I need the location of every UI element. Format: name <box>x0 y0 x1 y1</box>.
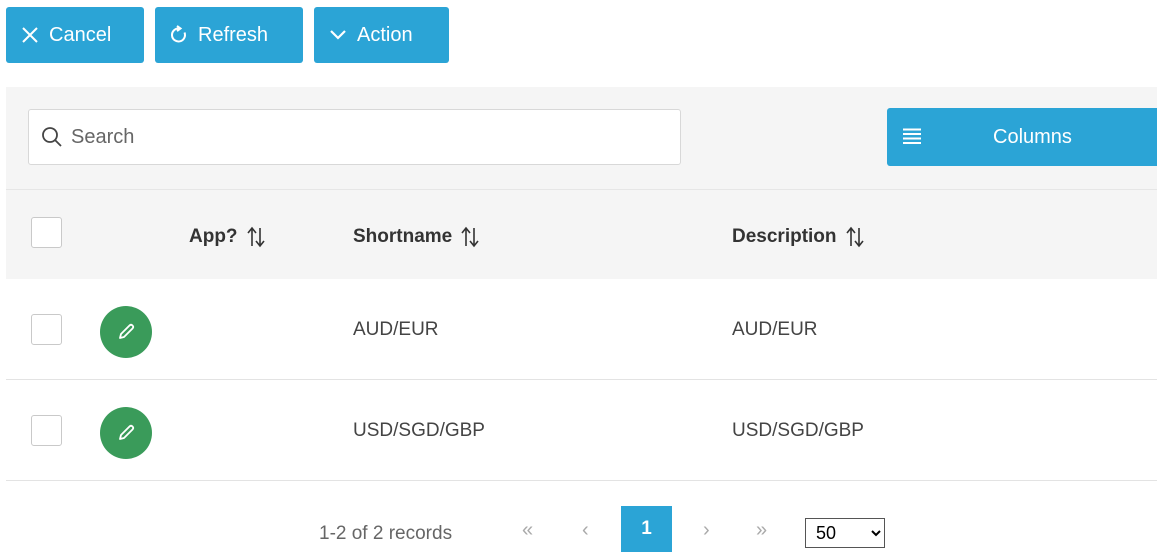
pencil-icon <box>119 323 135 339</box>
data-grid-panel: Columns App? Shortname Description AUD/E… <box>6 87 1157 552</box>
columns-button[interactable]: Columns <box>887 108 1157 166</box>
page-button-current[interactable]: 1 <box>621 506 672 552</box>
cancel-button-label: Cancel <box>49 23 112 46</box>
select-all-checkbox[interactable] <box>31 217 62 248</box>
pagination: 1-2 of 2 records « ‹ 1 › » 50 <box>6 481 1157 552</box>
record-count: 1-2 of 2 records <box>319 523 453 544</box>
search-box[interactable] <box>28 109 681 165</box>
cell-description: USD/SGD/GBP <box>732 420 864 441</box>
column-header-shortname-label: Shortname <box>353 226 453 247</box>
last-page-button[interactable]: » <box>756 519 767 542</box>
toolbar: Cancel Refresh Action <box>6 7 449 63</box>
chevron-down-icon <box>328 25 348 45</box>
action-button[interactable]: Action <box>314 7 449 63</box>
column-header-app[interactable]: App? <box>189 226 266 248</box>
refresh-button[interactable]: Refresh <box>155 7 303 63</box>
edit-button[interactable] <box>100 407 152 459</box>
table-row[interactable]: USD/SGD/GBP USD/SGD/GBP <box>6 380 1157 481</box>
column-header-description-label: Description <box>732 226 837 247</box>
row-checkbox[interactable] <box>31 415 62 446</box>
column-header-description[interactable]: Description <box>732 226 865 248</box>
row-checkbox[interactable] <box>31 314 62 345</box>
first-page-button[interactable]: « <box>522 519 533 542</box>
refresh-icon <box>169 25 189 45</box>
refresh-button-label: Refresh <box>198 23 269 46</box>
sort-icon <box>845 226 864 248</box>
pencil-icon <box>119 424 135 440</box>
search-input[interactable] <box>71 125 661 149</box>
sort-icon <box>461 226 479 248</box>
column-header-app-label: App? <box>189 226 238 247</box>
column-header-shortname[interactable]: Shortname <box>353 226 480 248</box>
list-icon <box>903 128 921 144</box>
table-row[interactable]: AUD/EUR AUD/EUR <box>6 279 1157 380</box>
prev-page-button[interactable]: ‹ <box>582 519 589 542</box>
cell-shortname: AUD/EUR <box>353 319 439 340</box>
table-header: App? Shortname Description <box>6 189 1157 279</box>
close-icon <box>20 25 40 45</box>
sort-icon <box>246 226 265 248</box>
cancel-button[interactable]: Cancel <box>6 7 144 63</box>
next-page-button[interactable]: › <box>703 519 710 542</box>
page-size-select[interactable]: 50 <box>805 518 885 548</box>
cell-description: AUD/EUR <box>732 319 818 340</box>
edit-button[interactable] <box>100 306 152 358</box>
columns-button-label: Columns <box>993 125 1072 148</box>
search-bar-area: Columns <box>6 87 1157 189</box>
cell-shortname: USD/SGD/GBP <box>353 420 485 441</box>
search-icon <box>42 127 62 147</box>
action-button-label: Action <box>357 23 413 46</box>
